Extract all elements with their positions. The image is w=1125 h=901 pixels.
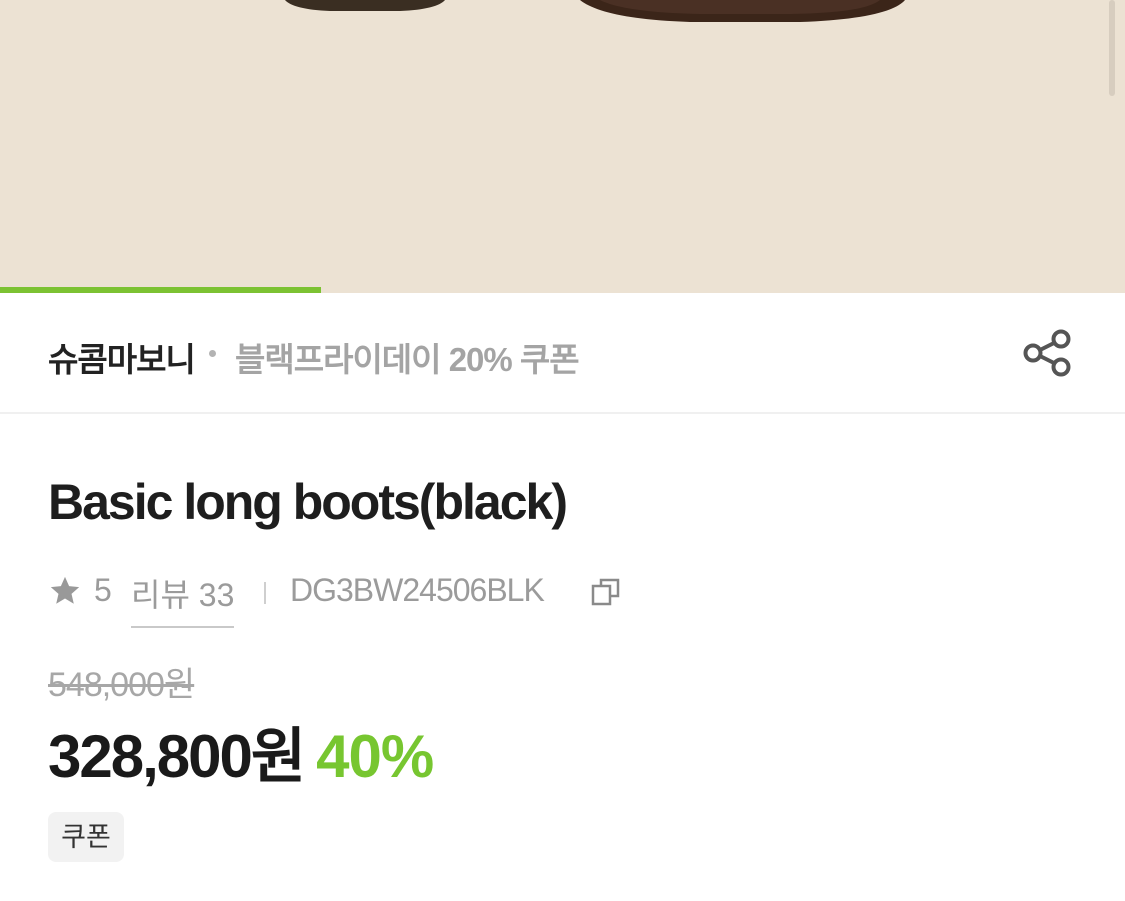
product-title: Basic long boots(black) [48, 474, 568, 530]
original-price: 548,000원 [48, 666, 195, 704]
share-button[interactable] [1021, 328, 1073, 378]
separator-dot [209, 350, 216, 357]
discount-rate: 40% [316, 723, 434, 790]
star-icon [50, 576, 80, 604]
brand-row: 슈콤마보니 블랙프라이데이 20% 쿠폰 [0, 293, 1125, 414]
image-scrollbar[interactable] [1109, 0, 1115, 96]
copy-icon[interactable] [590, 576, 622, 608]
rating-value: 5 [94, 572, 112, 608]
brand-name[interactable]: 슈콤마보니 [48, 333, 196, 381]
sale-price: 328,800원 [48, 723, 306, 790]
product-image-gallery[interactable] [0, 0, 1125, 293]
share-icon [1023, 329, 1071, 377]
meta-divider [264, 582, 266, 604]
promotion-label[interactable]: 블랙프라이데이 20% 쿠폰 [235, 333, 580, 381]
product-sku: DG3BW24506BLK [290, 572, 545, 608]
sale-price-row: 328,800원 40% [48, 708, 434, 795]
coupon-badge: 쿠폰 [48, 812, 124, 862]
review-count-link[interactable]: 리뷰 33 [131, 570, 235, 628]
product-image [285, 0, 905, 22]
